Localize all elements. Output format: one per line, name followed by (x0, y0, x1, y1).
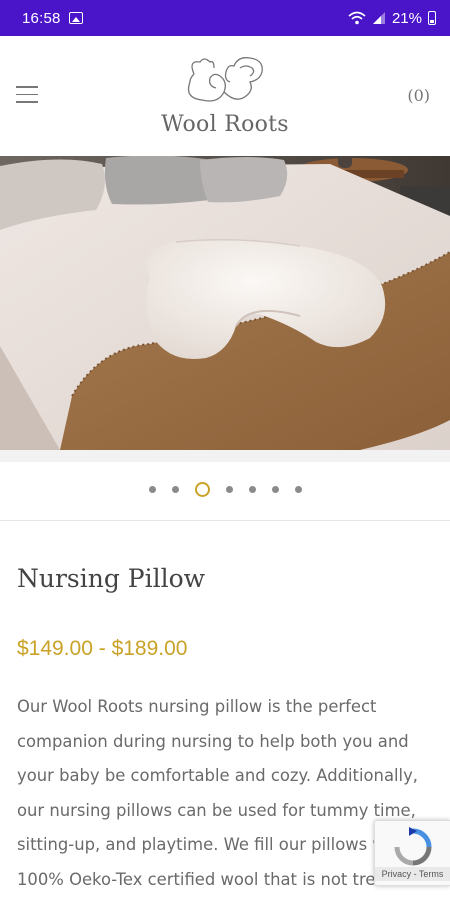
product-price: $149.00 - $189.00 (17, 637, 188, 660)
divider (0, 520, 450, 521)
gallery-icon (68, 12, 83, 24)
recaptcha-links[interactable]: Privacy - Terms (375, 867, 450, 881)
carousel-dot[interactable] (248, 486, 256, 493)
carousel-dot[interactable] (171, 486, 179, 493)
logo-text: Wool Roots (161, 112, 289, 137)
battery-icon (428, 11, 436, 25)
site-header: Wool Roots (0) (0, 36, 450, 156)
product-image[interactable] (0, 156, 450, 450)
cart-button[interactable]: (0) (407, 86, 430, 105)
recaptcha-icon (394, 827, 432, 866)
sheep-logo-icon (187, 57, 263, 102)
carousel-dot[interactable] (271, 486, 279, 493)
carousel-dot[interactable] (294, 486, 302, 493)
carousel-dot-active[interactable] (194, 482, 210, 497)
recaptcha-badge[interactable]: Privacy - Terms (374, 820, 450, 886)
status-time: 16:58 (22, 9, 61, 27)
status-bar: 16:58 21% (0, 0, 450, 36)
product-title: Nursing Pillow (17, 564, 206, 593)
wifi-icon (348, 11, 366, 25)
image-bottom-strip (0, 450, 450, 462)
battery-percent: 21% (391, 9, 422, 27)
signal-icon (372, 12, 385, 24)
carousel-dots (0, 482, 450, 497)
carousel-dot[interactable] (225, 486, 233, 493)
status-right: 21% (348, 10, 436, 27)
logo[interactable]: Wool Roots (0, 54, 450, 137)
product-description: Our Wool Roots nursing pillow is the per… (17, 697, 419, 889)
carousel-dot[interactable] (148, 486, 156, 493)
